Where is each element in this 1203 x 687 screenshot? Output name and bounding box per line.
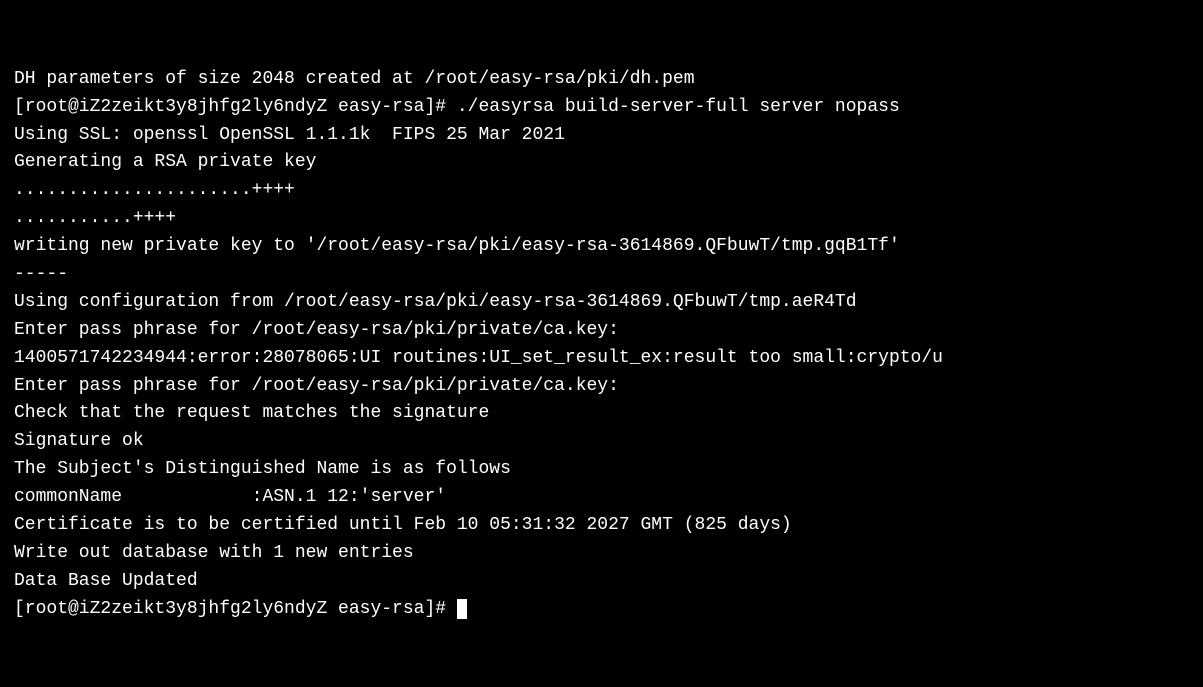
terminal-line: Using SSL: openssl OpenSSL 1.1.1k FIPS 2… (14, 122, 1189, 150)
terminal-line: Data Base Updated (14, 568, 1189, 596)
terminal-line: Write out database with 1 new entries (14, 540, 1189, 568)
terminal-line: ----- (14, 261, 1189, 289)
terminal-line: Check that the request matches the signa… (14, 400, 1189, 428)
terminal-line: Certificate is to be certified until Feb… (14, 512, 1189, 540)
terminal-line: DH parameters of size 2048 created at /r… (14, 66, 1189, 94)
terminal-line: Enter pass phrase for /root/easy-rsa/pki… (14, 373, 1189, 401)
terminal-line: commonName :ASN.1 12:'server' (14, 484, 1189, 512)
terminal-line: Signature ok (14, 428, 1189, 456)
terminal-output: DH parameters of size 2048 created at /r… (14, 10, 1189, 651)
terminal-line: [root@iZ2zeikt3y8jhfg2ly6ndyZ easy-rsa]# (14, 596, 1189, 624)
terminal-line: Generating a RSA private key (14, 149, 1189, 177)
terminal-line: The Subject's Distinguished Name is as f… (14, 456, 1189, 484)
terminal-line: 1400571742234944:error:28078065:UI routi… (14, 345, 1189, 373)
terminal-line: Enter pass phrase for /root/easy-rsa/pki… (14, 317, 1189, 345)
terminal-line: [root@iZ2zeikt3y8jhfg2ly6ndyZ easy-rsa]#… (14, 94, 1189, 122)
terminal-line: ......................++++ (14, 177, 1189, 205)
terminal-line: writing new private key to '/root/easy-r… (14, 233, 1189, 261)
terminal-line: ...........++++ (14, 205, 1189, 233)
terminal-line: Using configuration from /root/easy-rsa/… (14, 289, 1189, 317)
terminal-cursor (457, 599, 467, 619)
